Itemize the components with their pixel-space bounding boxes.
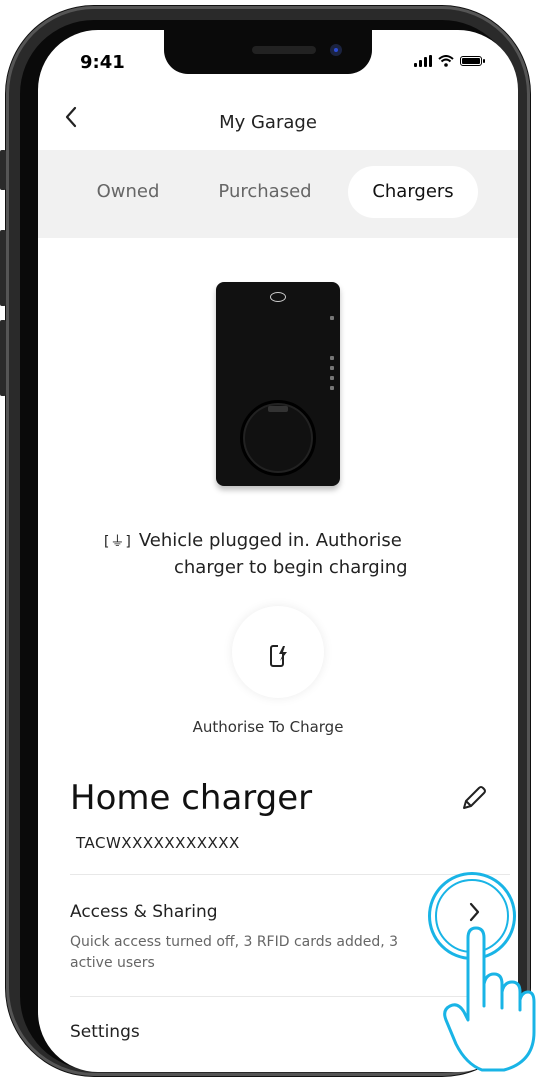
status-led bbox=[330, 376, 334, 380]
status-time: 9:41 bbox=[80, 52, 125, 73]
access-sharing-subtitle: Quick access turned off, 3 RFID cards ad… bbox=[70, 934, 399, 971]
status-line-2: charger to begin charging bbox=[174, 557, 408, 578]
status-icons bbox=[414, 55, 485, 67]
phone-charge-icon bbox=[270, 644, 288, 667]
mute-switch bbox=[0, 150, 6, 190]
tab-purchased[interactable]: Purchased bbox=[206, 166, 324, 218]
battery-icon bbox=[460, 56, 485, 66]
charger-status-message: [⏚] Vehicle plugged in. Authorise bbox=[102, 525, 462, 558]
rfid-indicator-icon bbox=[330, 316, 334, 320]
volume-down-button bbox=[0, 320, 6, 396]
charger-image bbox=[216, 282, 340, 486]
camera-icon bbox=[330, 44, 342, 56]
volume-up-button bbox=[0, 230, 6, 306]
tap-hand-icon bbox=[443, 926, 536, 1072]
brand-logo-icon bbox=[270, 292, 286, 302]
settings-title[interactable]: Settings bbox=[70, 1022, 140, 1042]
wifi-icon bbox=[438, 55, 454, 67]
tab-chargers[interactable]: Chargers bbox=[348, 166, 478, 218]
cable-holder-top bbox=[268, 406, 288, 412]
chevron-right-icon bbox=[469, 902, 480, 922]
charger-name: Home charger bbox=[70, 778, 313, 818]
edit-pencil-icon[interactable] bbox=[460, 784, 488, 812]
charger-serial: TACWXXXXXXXXXXX bbox=[76, 834, 240, 852]
divider bbox=[70, 874, 510, 875]
cellular-signal-icon bbox=[414, 55, 432, 67]
plugged-in-icon: [⏚] bbox=[102, 534, 133, 550]
access-sharing-title[interactable]: Access & Sharing bbox=[70, 902, 218, 922]
authorise-label: Authorise To Charge bbox=[192, 718, 344, 736]
status-line-1: Vehicle plugged in. Authorise bbox=[138, 530, 402, 551]
status-led bbox=[330, 356, 334, 360]
speaker-icon bbox=[252, 46, 316, 54]
status-led bbox=[330, 366, 334, 370]
tab-owned[interactable]: Owned bbox=[80, 166, 176, 218]
status-led bbox=[330, 386, 334, 390]
page-title: My Garage bbox=[219, 112, 317, 133]
